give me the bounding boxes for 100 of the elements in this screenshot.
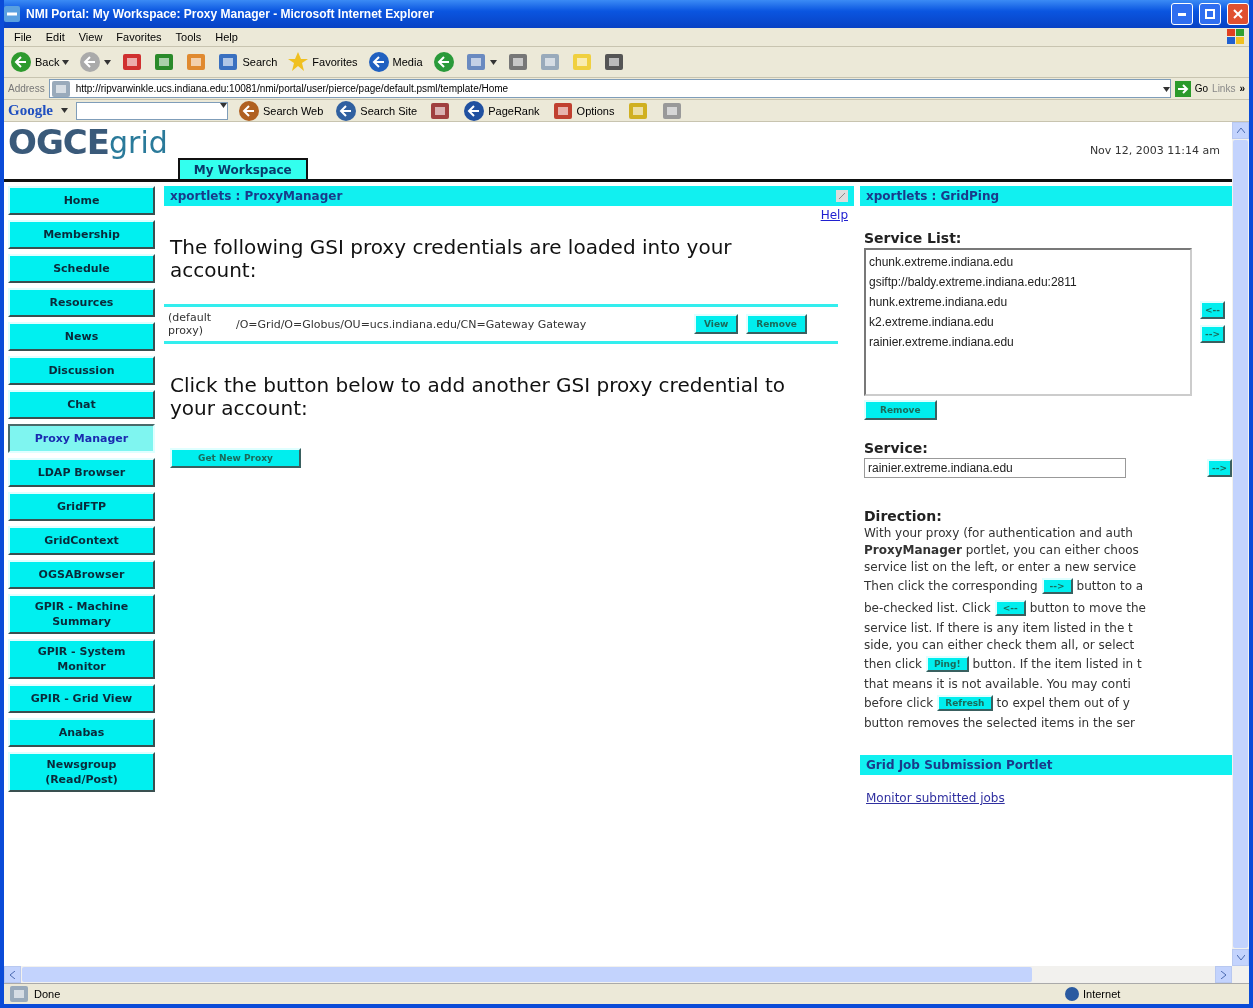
direction-text: be-checked list. Click — [864, 601, 991, 615]
intro-text: The following GSI proxy credentials are loaded into your account: — [170, 236, 733, 282]
nav-button[interactable]: Proxy Manager — [8, 424, 155, 453]
horizontal-scrollbar[interactable] — [4, 966, 1249, 983]
media-button[interactable]: Media — [365, 51, 425, 73]
nav-button[interactable]: Schedule — [8, 254, 155, 283]
back-button[interactable]: Back — [8, 51, 72, 73]
remove-button[interactable]: Remove — [864, 400, 937, 420]
nav-button[interactable]: GPIR - Machine Summary — [8, 594, 155, 634]
search-site-button[interactable]: Search Site — [333, 99, 420, 122]
caret-icon — [489, 59, 497, 65]
nav-button[interactable]: Resources — [8, 288, 155, 317]
menu-item[interactable]: View — [72, 31, 109, 43]
maximize-icon — [1205, 9, 1215, 19]
windows-logo-icon — [1227, 29, 1245, 45]
direction-text: With your proxy (for authentication and auth — [864, 525, 1133, 540]
nav-button[interactable]: Home — [8, 186, 155, 215]
menu-item[interactable]: Favorites — [110, 31, 168, 43]
action-button[interactable]: View — [694, 314, 739, 334]
direction-text: to expel them out of y — [996, 696, 1130, 710]
go-button[interactable]: Go — [1174, 80, 1209, 97]
nav-button[interactable]: GridContext — [8, 526, 155, 555]
action-button[interactable]: Remove — [746, 314, 807, 334]
portlet-title-bar: Grid Job Submission Portlet — [860, 755, 1232, 775]
nav-button[interactable]: Membership — [8, 220, 155, 249]
move-button[interactable]: <-- — [1200, 301, 1225, 319]
portlet-title-bar: xportlets : GridPing — [860, 186, 1232, 206]
direction-text: button to a — [1076, 579, 1144, 593]
direction-text: then click — [864, 657, 922, 671]
direction-text: service list on the left, or enter a new service — [864, 559, 1137, 574]
add-button[interactable]: --> — [1207, 459, 1232, 477]
direction-text: ProxyManager portlet, you can either choos — [864, 542, 1139, 557]
more-button[interactable]: » — [1239, 83, 1245, 94]
list-item[interactable]: gsiftp://baldy.extreme.indiana.edu:2811 — [869, 272, 1187, 292]
move-button[interactable]: --> — [1200, 325, 1225, 343]
list-item[interactable]: k2.extreme.indiana.edu — [869, 312, 1187, 332]
site-logo: OGCEgrid — [8, 122, 168, 164]
status-text: Done — [34, 988, 61, 1000]
direction-text: that means it is not available. You may conti — [864, 676, 1131, 691]
nav-button[interactable]: Newsgroup (Read/Post) — [8, 752, 155, 792]
direction-label: Direction: — [864, 508, 943, 524]
window-title: NMI Portal: My Workspace: Proxy Manager - Microsoft Internet Explorer — [26, 7, 435, 21]
forward-button[interactable] — [77, 51, 114, 73]
menu-item[interactable]: File — [8, 31, 38, 43]
nav-button[interactable]: News — [8, 322, 155, 351]
get-proxy-button[interactable]: Get New Proxy — [170, 448, 301, 468]
pagerank-button[interactable]: PageRank — [461, 99, 542, 122]
nav-button[interactable]: LDAP Browser — [8, 458, 155, 487]
help-link[interactable]: Help — [820, 208, 848, 222]
search-button[interactable]: Search — [215, 51, 280, 73]
maximize-button[interactable] — [1199, 3, 1221, 25]
direction-text: Then click the corresponding — [864, 579, 1038, 593]
nav-button[interactable]: GridFTP — [8, 492, 155, 521]
portlet-title-bar: xportlets : ProxyManager — [164, 186, 854, 206]
nav-button[interactable]: OGSABrowser — [8, 560, 155, 589]
google-logo: Google — [8, 102, 53, 119]
caret-icon — [220, 102, 227, 108]
menu-item[interactable]: Help — [209, 31, 244, 43]
close-button[interactable] — [1227, 3, 1249, 25]
inline-button[interactable]: Refresh — [937, 695, 993, 711]
inline-button[interactable]: <-- — [994, 600, 1026, 616]
caret-icon — [1162, 87, 1170, 92]
inline-button[interactable]: Ping! — [925, 656, 969, 672]
monitor-jobs-link[interactable]: Monitor submitted jobs — [866, 791, 1232, 805]
search-web-button[interactable]: Search Web — [236, 99, 326, 122]
list-item[interactable]: hunk.extreme.indiana.edu — [869, 292, 1187, 312]
list-item[interactable]: rainier.extreme.indiana.edu — [869, 332, 1187, 352]
direction-text: button. If the item listed in t — [972, 657, 1142, 671]
menu-item[interactable]: Edit — [39, 31, 71, 43]
service-listbox[interactable]: chunk.extreme.indiana.edu gsiftp://baldy.extreme.indiana.edu:2811 hunk.extreme.indiana.edu k2.extreme.indiana.edu rainier.extreme.indiana.edu — [864, 248, 1192, 396]
workspace-tab[interactable]: My Workspace — [177, 158, 308, 179]
star-icon — [287, 51, 310, 73]
zone-text: Internet — [1083, 988, 1121, 1000]
add-text: Click the button below to add another GSI proxy credential to your account: — [170, 374, 787, 420]
caret-icon — [62, 59, 70, 65]
nav-button[interactable]: GPIR - Grid View — [8, 684, 155, 713]
direction-text: side, you can either check them all, or select — [864, 637, 1135, 652]
direction-text: before click — [864, 696, 934, 710]
nav-button[interactable]: GPIR - System Monitor — [8, 639, 155, 679]
vertical-scrollbar[interactable] — [1232, 122, 1249, 966]
address-field[interactable]: http://ripvarwinkle.ucs.indiana.edu:10081/nmi/portal/user/pierce/page/default.psml/template/Home — [48, 79, 1171, 98]
nav-button[interactable]: Discussion — [8, 356, 155, 385]
close-icon — [1233, 9, 1243, 19]
inline-button[interactable]: --> — [1041, 578, 1073, 594]
service-field[interactable]: rainier.extreme.indiana.edu — [864, 458, 1126, 478]
favorites-button[interactable]: Favorites — [285, 51, 360, 73]
table-cell-text: (default proxy) — [167, 311, 212, 337]
nav-button[interactable]: Anabas — [8, 718, 155, 747]
address-label: Address — [8, 83, 45, 94]
date-text: Nov 12, 2003 11:14 am — [1089, 144, 1220, 157]
minimize-button[interactable] — [1171, 3, 1193, 25]
list-item[interactable]: chunk.extreme.indiana.edu — [869, 252, 1187, 272]
direction-text: button removes the selected items in the ser — [864, 715, 1135, 730]
direction-text: service list. If there is any item listed in the t — [864, 620, 1133, 635]
options-button[interactable]: Options — [549, 99, 617, 122]
service-list-label: Service List: — [864, 230, 963, 246]
google-search-field[interactable] — [76, 101, 228, 120]
nav-button[interactable]: Chat — [8, 390, 155, 419]
caret-icon — [104, 59, 112, 65]
menu-item[interactable]: Tools — [169, 31, 208, 43]
